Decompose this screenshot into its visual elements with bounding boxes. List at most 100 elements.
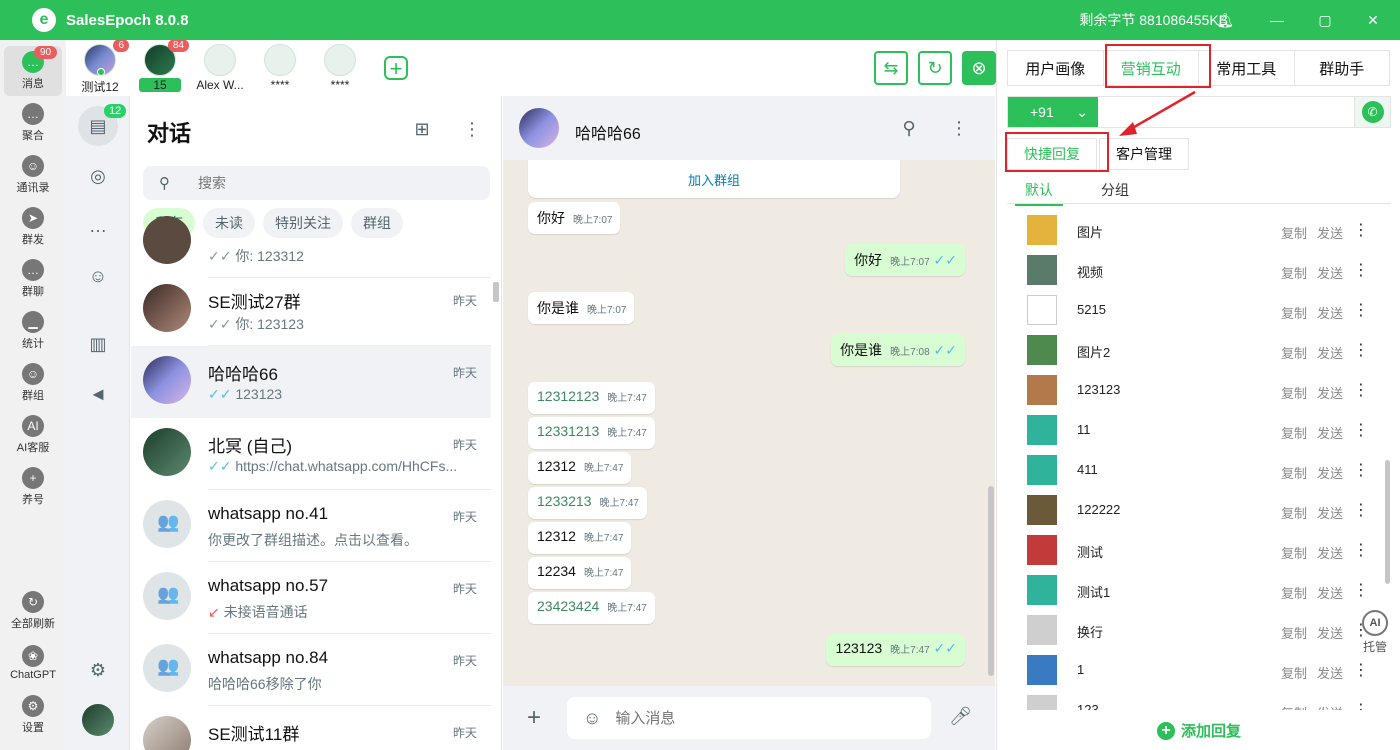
nav-group-chat[interactable]: … 群聊 (4, 254, 62, 304)
communities-icon[interactable]: ☺ (84, 262, 112, 290)
contact-avatar[interactable] (519, 108, 559, 148)
send-button[interactable]: 发送 (1317, 343, 1343, 362)
copy-button[interactable]: 复制 (1281, 583, 1307, 602)
account-item[interactable]: **** (310, 44, 370, 92)
quick-reply-item[interactable]: 123 复制 发送 ⋮ (1017, 690, 1369, 710)
account-item[interactable]: 6 测试12 (70, 39, 130, 95)
send-button[interactable]: 发送 (1317, 543, 1343, 562)
conversation-scrollbar[interactable] (988, 486, 994, 676)
copy-button[interactable]: 复制 (1281, 423, 1307, 442)
send-button[interactable]: 发送 (1317, 663, 1343, 682)
chat-row[interactable]: SE测试11群 昨天 (131, 706, 491, 750)
send-button[interactable]: 发送 (1317, 463, 1343, 482)
tab-grouping[interactable]: 分组 (1101, 180, 1129, 200)
more-vert-icon[interactable]: ⋮ (1353, 580, 1369, 600)
quick-reply-item[interactable]: 5215 复制 发送 ⋮ (1017, 290, 1369, 330)
copy-button[interactable]: 复制 (1281, 543, 1307, 562)
more-vert-icon[interactable]: ⋮ (1353, 700, 1369, 710)
new-chat-icon[interactable]: ⊞ (411, 118, 433, 140)
add-reply-button[interactable]: + 添加回复 (1157, 720, 1241, 741)
tab-tools[interactable]: 常用工具 (1199, 51, 1295, 85)
copy-button[interactable]: 复制 (1281, 263, 1307, 282)
maximize-icon[interactable]: ▢ (1316, 11, 1334, 29)
quick-reply-item[interactable]: 1 复制 发送 ⋮ (1017, 650, 1369, 690)
tab-customer-management[interactable]: 客户管理 (1099, 138, 1189, 170)
more-vert-icon[interactable]: ⋮ (1353, 540, 1369, 560)
more-vert-icon[interactable]: ⋮ (1353, 340, 1369, 360)
quick-reply-item[interactable]: 411 复制 发送 ⋮ (1017, 450, 1369, 490)
country-code-select[interactable]: +91 ⌄ (1008, 97, 1098, 127)
nav-stats[interactable]: ▁ 统计 (4, 306, 62, 356)
status-icon[interactable]: ◎ (84, 162, 112, 190)
more-vert-icon[interactable]: ⋮ (1353, 500, 1369, 520)
attach-plus-icon[interactable]: + (527, 704, 541, 732)
send-button[interactable]: 发送 (1317, 383, 1343, 402)
more-vert-icon[interactable]: ⋮ (461, 118, 483, 140)
refresh-icon[interactable]: ↻ (918, 51, 952, 85)
join-group-link[interactable]: 加入群组 (528, 160, 900, 198)
quick-reply-item[interactable]: 测试 复制 发送 ⋮ (1017, 530, 1369, 570)
send-button[interactable]: 发送 (1317, 223, 1343, 242)
nav-broadcast[interactable]: ➤ 群发 (4, 202, 62, 252)
copy-button[interactable]: 复制 (1281, 503, 1307, 522)
send-button[interactable]: 发送 (1317, 263, 1343, 282)
nav-aggregate[interactable]: … 聚合 (4, 98, 62, 148)
reply-list-scrollbar[interactable] (1385, 460, 1390, 584)
more-vert-icon[interactable]: ⋮ (1353, 260, 1369, 280)
nav-ai-service[interactable]: AI AI客服 (4, 410, 62, 460)
nav-chatgpt[interactable]: ❀ ChatGPT (4, 638, 62, 688)
copy-button[interactable]: 复制 (1281, 463, 1307, 482)
send-button[interactable]: 发送 (1317, 623, 1343, 642)
quick-reply-item[interactable]: 图片 复制 发送 ⋮ (1017, 210, 1369, 250)
tab-group-assistant[interactable]: 群助手 (1295, 51, 1390, 85)
account-item[interactable]: 84 15 (130, 39, 190, 92)
account-item[interactable]: **** (250, 44, 310, 92)
sticker-icon[interactable]: ☺ (583, 708, 601, 729)
more-vert-icon[interactable]: ⋮ (1353, 300, 1369, 320)
channels-icon[interactable]: … (84, 212, 112, 240)
quick-reply-item[interactable]: 11 复制 发送 ⋮ (1017, 410, 1369, 450)
search-input[interactable] (198, 175, 458, 191)
more-vert-icon[interactable]: ⋮ (1353, 420, 1369, 440)
store-icon[interactable]: ▥ (84, 330, 112, 358)
send-button[interactable]: 发送 (1317, 303, 1343, 322)
profile-avatar[interactable] (82, 704, 114, 736)
copy-button[interactable]: 复制 (1281, 623, 1307, 642)
send-button[interactable]: 发送 (1317, 423, 1343, 442)
nav-nurture[interactable]: + 养号 (4, 462, 62, 512)
chat-row-selected[interactable]: 哈哈哈66 昨天 ✓✓ 123123 (131, 346, 491, 418)
tab-user-profile[interactable]: 用户画像 (1008, 51, 1104, 85)
more-vert-icon[interactable]: ⋮ (1353, 220, 1369, 240)
copy-button[interactable]: 复制 (1281, 343, 1307, 362)
chat-row[interactable]: 北冥 (自己) 昨天 ✓✓ https://chat.whatsapp.com/… (131, 418, 491, 490)
quick-reply-item[interactable]: 122222 复制 发送 ⋮ (1017, 490, 1369, 530)
chat-row[interactable]: whatsapp no.57 昨天 ↙ 未接语音通话 (131, 562, 491, 634)
send-button[interactable]: 发送 (1317, 503, 1343, 522)
quick-reply-item[interactable]: 视频 复制 发送 ⋮ (1017, 250, 1369, 290)
nav-refresh-all[interactable]: ↻ 全部刷新 (4, 586, 62, 636)
start-chat-button[interactable]: ✆ (1354, 97, 1390, 127)
add-account-icon[interactable]: + (384, 56, 408, 80)
copy-button[interactable]: 复制 (1281, 663, 1307, 682)
contact-name[interactable]: 哈哈哈66 (575, 120, 641, 144)
quick-reply-item[interactable]: 123123 复制 发送 ⋮ (1017, 370, 1369, 410)
quick-reply-item[interactable]: 换行 复制 发送 ⋮ (1017, 610, 1369, 650)
more-vert-icon[interactable]: ⋮ (1353, 660, 1369, 680)
message-input[interactable] (615, 709, 906, 727)
send-button[interactable]: 发送 (1317, 703, 1343, 710)
gear-icon[interactable]: ⚙ (84, 656, 112, 684)
swap-icon[interactable]: ⇆ (874, 51, 908, 85)
minimize-icon[interactable]: — (1268, 11, 1286, 29)
megaphone-icon[interactable]: ◄ (84, 380, 112, 408)
search-icon[interactable]: ⚲ (897, 116, 921, 140)
account-item[interactable]: Alex W... (190, 44, 250, 92)
chat-row[interactable]: ✓✓ 你: 123312 (131, 206, 491, 278)
chat-row[interactable]: SE测试27群 昨天 ✓✓ 你: 123123 (131, 274, 491, 346)
close-icon[interactable]: ✕ (1364, 11, 1382, 29)
nav-groups[interactable]: ☺ 群组 (4, 358, 62, 408)
copy-button[interactable]: 复制 (1281, 703, 1307, 710)
quick-reply-item[interactable]: 图片2 复制 发送 ⋮ (1017, 330, 1369, 370)
copy-button[interactable]: 复制 (1281, 383, 1307, 402)
microphone-icon[interactable]: 🎤︎ (949, 706, 972, 727)
copy-button[interactable]: 复制 (1281, 303, 1307, 322)
